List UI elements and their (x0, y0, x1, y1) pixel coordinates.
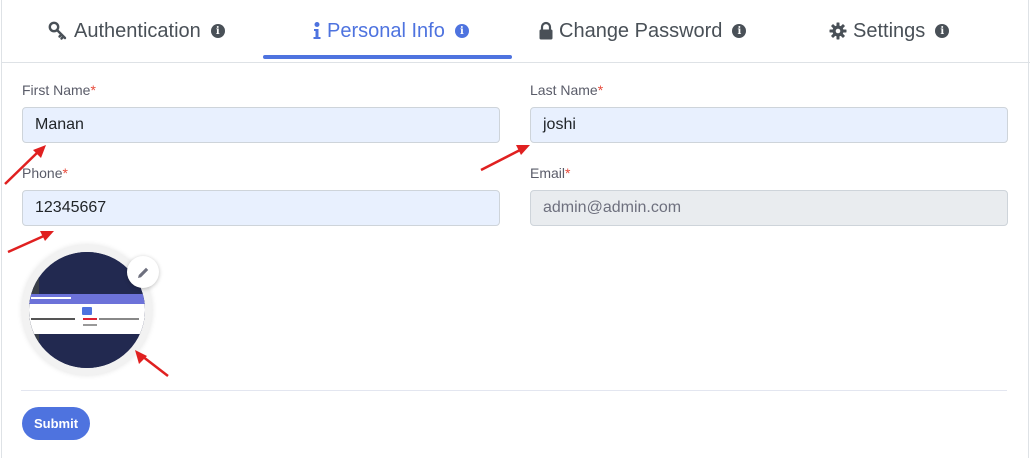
last-name-label: Last Name* (530, 82, 604, 98)
info-icon: i (210, 24, 225, 38)
email-label: Email* (530, 165, 571, 181)
info-icon: i (935, 24, 950, 38)
tab-authentication[interactable]: Authentication i (48, 18, 225, 44)
last-name-input[interactable]: joshi (530, 107, 1008, 143)
tab-bar: Authentication i Personal Info i Change … (2, 0, 1030, 63)
info-icon: i (732, 24, 747, 38)
phone-label: Phone* (22, 165, 68, 181)
required-marker: * (90, 82, 96, 98)
required-marker: * (597, 82, 604, 98)
active-tab-indicator (263, 55, 512, 59)
lock-icon (539, 21, 553, 40)
info-icon (313, 22, 321, 39)
tab-label: Change Password (559, 19, 723, 42)
tab-label: Settings (853, 19, 926, 42)
form-divider (21, 390, 1007, 391)
tab-personal-info[interactable]: Personal Info i (313, 18, 469, 44)
tab-settings[interactable]: Settings i (829, 18, 950, 44)
pencil-icon (137, 267, 148, 278)
required-marker: * (565, 165, 571, 181)
required-marker: * (62, 165, 68, 181)
tab-change-password[interactable]: Change Password i (539, 18, 747, 44)
tab-label: Personal Info (327, 19, 445, 42)
info-icon: i (454, 24, 469, 38)
key-icon (48, 21, 67, 40)
tab-label: Authentication (74, 19, 201, 42)
submit-button[interactable]: Submit (22, 407, 90, 440)
edit-avatar-button[interactable] (127, 256, 159, 288)
phone-input[interactable]: 12345667 (22, 190, 500, 226)
first-name-label: First Name* (22, 82, 96, 98)
email-input: admin@admin.com (530, 190, 1008, 226)
first-name-input[interactable]: Manan (22, 107, 500, 143)
gear-icon (829, 22, 847, 40)
